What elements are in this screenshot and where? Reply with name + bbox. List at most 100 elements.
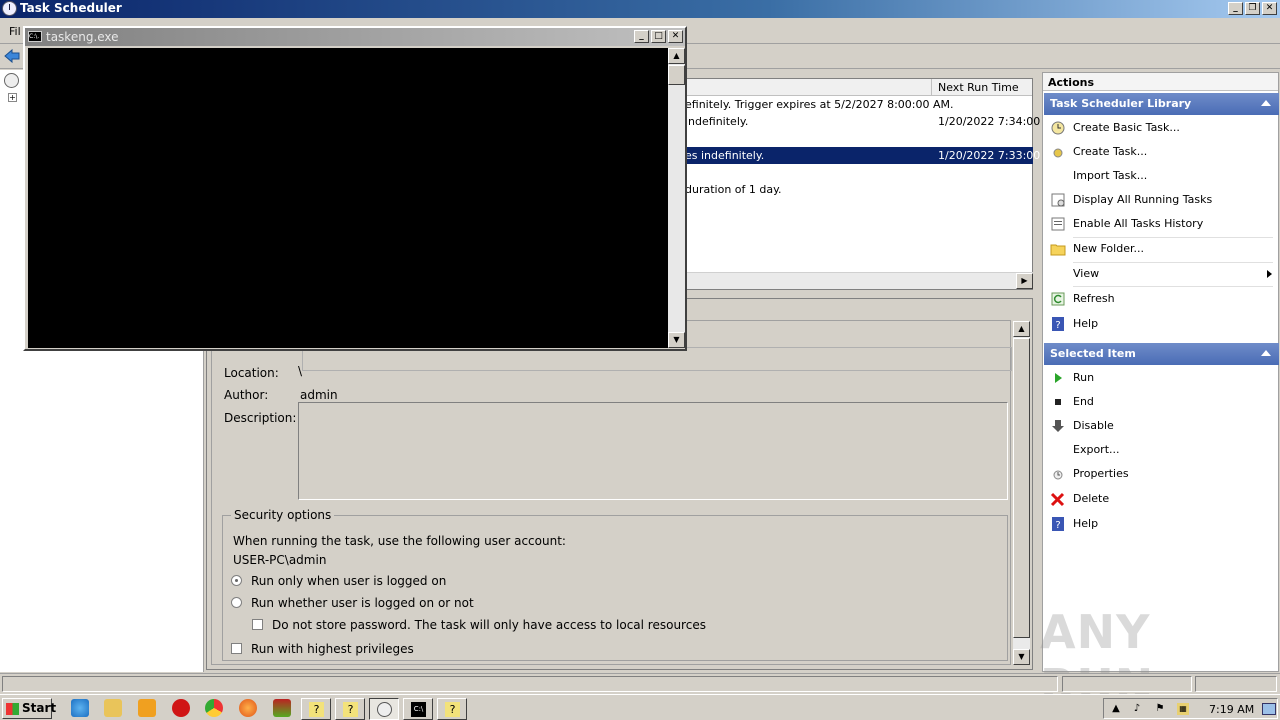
scroll-thumb[interactable] — [1013, 338, 1030, 638]
status-cell — [1195, 676, 1277, 692]
console-icon: C:\. — [28, 31, 42, 42]
action-label: Help — [1073, 517, 1099, 530]
section-selected-item[interactable]: Selected Item — [1044, 343, 1279, 365]
security-options-legend: Security options — [231, 508, 335, 522]
action-label: Import Task... — [1073, 169, 1148, 182]
console-scrollbar[interactable]: ▲ ▼ — [668, 48, 685, 348]
console-output[interactable] — [28, 48, 668, 348]
folder-icon — [1050, 244, 1066, 256]
action-enable-tasks-history[interactable]: Enable All Tasks History — [1043, 212, 1279, 236]
scroll-thumb[interactable] — [668, 65, 685, 85]
taskbar-button-help-3[interactable]: ? — [437, 698, 467, 720]
scroll-down-icon[interactable]: ▼ — [1013, 649, 1030, 665]
section-title: Task Scheduler Library — [1050, 97, 1192, 110]
action-new-folder[interactable]: New Folder... — [1043, 237, 1279, 261]
actions-header: Actions — [1043, 73, 1278, 91]
action-label: Properties — [1073, 467, 1129, 480]
action-label: Run — [1073, 371, 1095, 384]
action-disable[interactable]: Disable — [1043, 414, 1279, 438]
winrar-icon[interactable] — [273, 699, 291, 717]
action-label: View — [1073, 267, 1100, 280]
svg-text:?: ? — [1055, 520, 1060, 531]
chrome-icon[interactable] — [205, 699, 223, 717]
action-refresh[interactable]: Refresh — [1043, 287, 1279, 311]
action-properties[interactable]: Properties — [1043, 462, 1279, 486]
taskbar-button-console[interactable]: C:\ — [403, 698, 433, 720]
collapse-icon[interactable] — [1261, 350, 1271, 356]
action-help-selected[interactable]: ? Help — [1043, 512, 1279, 536]
console-close-button[interactable]: ✕ — [668, 30, 683, 43]
action-label: Delete — [1073, 492, 1110, 505]
scroll-up-icon[interactable]: ▲ — [668, 48, 685, 64]
action-delete[interactable]: Delete — [1043, 487, 1279, 511]
menu-file[interactable]: Fil — [9, 25, 21, 38]
close-button[interactable]: ✕ — [1262, 2, 1277, 15]
radio-logged-on[interactable] — [231, 575, 242, 586]
file-explorer-icon[interactable] — [104, 699, 122, 717]
actions-pane: Actions Task Scheduler Library Create Ba… — [1042, 72, 1279, 672]
action-display-running-tasks[interactable]: Display All Running Tasks — [1043, 188, 1279, 212]
help-file-icon: ? — [309, 702, 324, 717]
description-field[interactable] — [298, 402, 1008, 500]
collapse-icon[interactable] — [1261, 100, 1271, 106]
section-task-scheduler-library[interactable]: Task Scheduler Library — [1044, 93, 1279, 115]
action-help[interactable]: ? Help — [1043, 312, 1279, 336]
clock-icon — [377, 702, 392, 717]
internet-explorer-icon[interactable] — [71, 699, 89, 717]
scroll-right-icon[interactable]: ▶ — [1016, 273, 1033, 289]
trigger-cell: indefinitely. — [685, 115, 749, 128]
start-label: Start — [22, 701, 57, 715]
action-create-task[interactable]: Create Task... — [1043, 140, 1279, 164]
general-tab-content: Location: \ Author: admin Description: S… — [211, 320, 1012, 665]
action-create-basic-task[interactable]: Create Basic Task... — [1043, 116, 1279, 140]
console-title-bar[interactable]: C:\. taskeng.exe _ □ ✕ — [25, 28, 685, 46]
running-tasks-icon — [1051, 193, 1065, 207]
restore-button[interactable]: ❐ — [1245, 2, 1260, 15]
console-window[interactable]: C:\. taskeng.exe _ □ ✕ ▲ ▼ — [23, 26, 687, 351]
column-next-run-time[interactable]: Next Run Time — [931, 79, 1034, 96]
refresh-icon — [1051, 292, 1065, 306]
checkbox-highest-privileges[interactable] — [231, 643, 242, 654]
action-label: Refresh — [1073, 292, 1115, 305]
action-label: Create Task... — [1073, 145, 1148, 158]
help-file-icon: ? — [343, 702, 358, 717]
scroll-up-icon[interactable]: ▲ — [1013, 321, 1030, 337]
taskbar-button-help[interactable]: ? — [301, 698, 331, 720]
start-button[interactable]: Start — [2, 698, 56, 719]
radio-whether-logged-on[interactable] — [231, 597, 242, 608]
action-import-task[interactable]: Import Task... — [1043, 164, 1279, 188]
action-end[interactable]: End — [1043, 390, 1279, 414]
tray-expand-icon[interactable]: ▲ — [1110, 703, 1122, 715]
action-export[interactable]: Export... — [1043, 438, 1279, 462]
location-value: \ — [298, 364, 303, 378]
console-maximize-button[interactable]: □ — [651, 30, 666, 43]
action-center-flag-icon[interactable]: ⚑ — [1154, 703, 1166, 715]
task-detail-pane: Location: \ Author: admin Description: S… — [206, 298, 1033, 670]
media-player-icon[interactable] — [138, 699, 156, 717]
highest-privileges-label: Run with highest privileges — [251, 642, 414, 656]
action-label: Export... — [1073, 443, 1120, 456]
tree-expand-icon[interactable]: + — [8, 93, 17, 102]
taskbar-button-task-scheduler[interactable] — [369, 698, 399, 720]
console-minimize-button[interactable]: _ — [634, 30, 649, 43]
tray-clock[interactable]: 7:19 AM — [1209, 703, 1254, 716]
volume-icon[interactable]: ♪ — [1131, 703, 1143, 715]
do-not-store-password-label: Do not store password. The task will onl… — [272, 618, 706, 632]
clock-icon[interactable] — [4, 73, 19, 88]
action-label: Enable All Tasks History — [1073, 217, 1204, 230]
checkbox-do-not-store-password[interactable] — [252, 619, 263, 630]
network-icon[interactable]: ▦ — [1177, 703, 1189, 715]
back-arrow-icon[interactable] — [3, 48, 21, 64]
action-run[interactable]: Run — [1043, 366, 1279, 390]
console-title: taskeng.exe — [46, 30, 119, 44]
help-icon: ? — [1052, 517, 1064, 531]
scroll-down-icon[interactable]: ▼ — [668, 332, 685, 348]
action-view[interactable]: View — [1043, 262, 1279, 286]
opera-icon[interactable] — [172, 699, 190, 717]
taskbar-button-help-2[interactable]: ? — [335, 698, 365, 720]
firefox-icon[interactable] — [239, 699, 257, 717]
end-icon — [1055, 399, 1061, 405]
detail-vertical-scrollbar[interactable]: ▲ ▼ — [1013, 321, 1030, 665]
minimize-button[interactable]: _ — [1228, 2, 1243, 15]
show-desktop-icon[interactable] — [1262, 703, 1276, 715]
